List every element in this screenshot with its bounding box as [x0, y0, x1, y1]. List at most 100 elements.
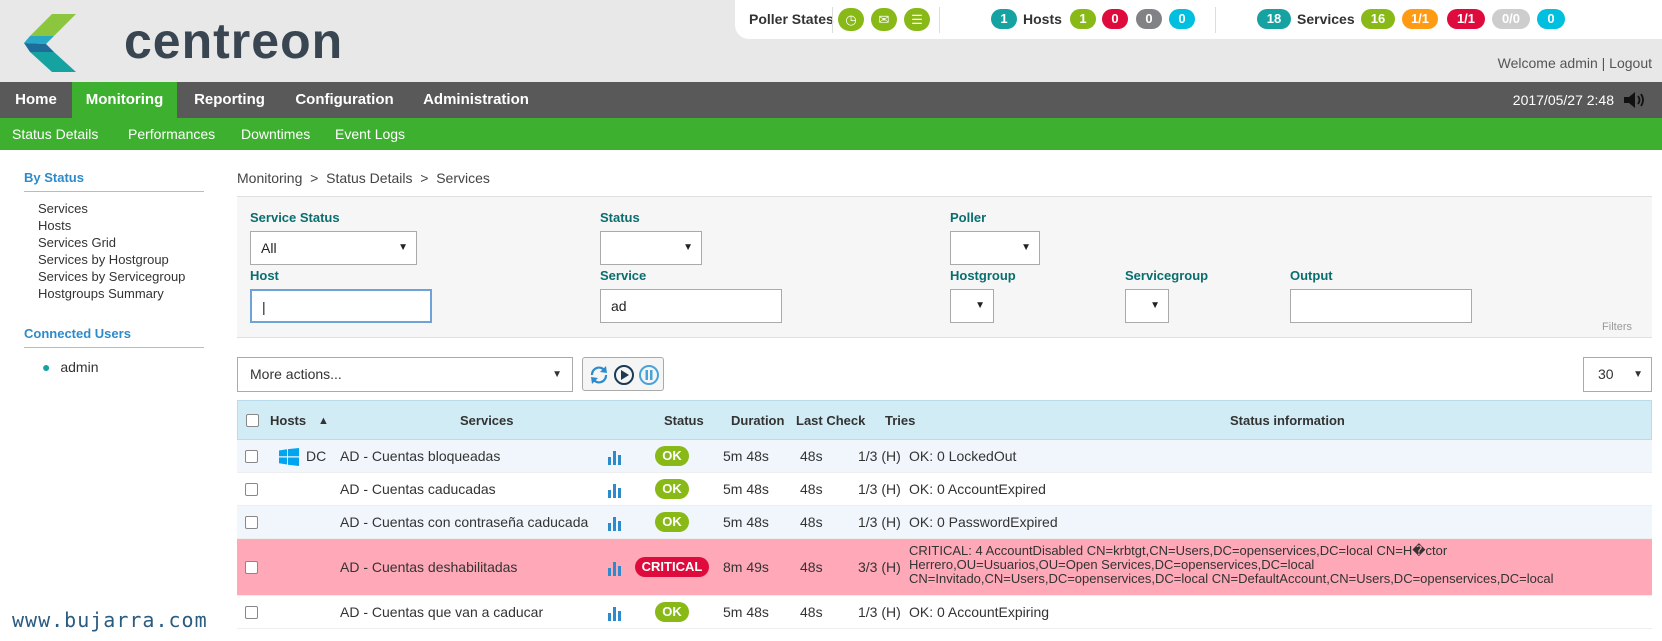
host-input[interactable]: |: [250, 289, 432, 323]
hostgroup-label: Hostgroup: [950, 268, 1016, 283]
nav-administration[interactable]: Administration: [407, 82, 545, 118]
hostgroup-select[interactable]: ▼: [950, 289, 994, 323]
last-check: 48s: [800, 481, 823, 497]
service-label: Service: [600, 268, 647, 283]
poller-select[interactable]: ▼: [950, 231, 1040, 265]
row-checkbox[interactable]: [245, 606, 258, 619]
row-checkbox[interactable]: [245, 561, 258, 574]
service-input[interactable]: ad: [600, 289, 782, 323]
subnav-performances[interactable]: Performances: [128, 118, 215, 150]
inbox-icon[interactable]: ✉: [871, 8, 897, 31]
col-hosts[interactable]: Hosts: [270, 401, 306, 441]
filters-toggle[interactable]: Filters: [1602, 321, 1632, 333]
service-name[interactable]: AD - Cuentas que van a caducar: [340, 604, 543, 620]
hosts-down[interactable]: 0: [1102, 9, 1128, 29]
hosts-pending[interactable]: 0: [1169, 9, 1195, 29]
refresh-controls: [582, 357, 664, 391]
row-checkbox[interactable]: [245, 450, 258, 463]
table-row-critical[interactable]: AD - Cuentas deshabilitadas CRITICAL 8m …: [237, 539, 1652, 596]
status-info: OK: 0 PasswordExpired: [909, 514, 1058, 530]
col-services[interactable]: Services: [460, 401, 514, 441]
play-icon[interactable]: [613, 364, 635, 386]
pause-icon[interactable]: [638, 364, 660, 386]
hosts-up[interactable]: 1: [1070, 9, 1096, 29]
status-badge: CRITICAL: [635, 557, 709, 577]
row-checkbox[interactable]: [245, 483, 258, 496]
sub-nav: Status Details Performances Downtimes Ev…: [0, 118, 1662, 150]
sidebar-item-services-by-servicegroup[interactable]: Services by Servicegroup: [24, 268, 204, 285]
servicegroup-select[interactable]: ▼: [1125, 289, 1169, 323]
hosts-total[interactable]: 1: [991, 9, 1017, 29]
connected-user[interactable]: ● admin: [24, 356, 204, 378]
table-row[interactable]: AD - Cuentas con contraseña caducada OK …: [237, 506, 1652, 539]
status-select[interactable]: ▼: [600, 231, 702, 265]
host-name[interactable]: DC: [306, 448, 326, 464]
sidebar-item-hosts[interactable]: Hosts: [24, 217, 204, 234]
table-row[interactable]: DC AD - Cuentas bloqueadas OK 5m 48s 48s…: [237, 440, 1652, 473]
subnav-status-details[interactable]: Status Details: [12, 118, 98, 150]
services-pending[interactable]: 0: [1537, 9, 1565, 29]
service-name[interactable]: AD - Cuentas con contraseña caducada: [340, 514, 588, 530]
subnav-event-logs[interactable]: Event Logs: [335, 118, 405, 150]
service-name[interactable]: AD - Cuentas deshabilitadas: [340, 559, 517, 575]
tries: 1/3 (H): [858, 448, 901, 464]
graph-icon[interactable]: [607, 449, 623, 465]
per-page-select[interactable]: 30 ▼: [1583, 357, 1652, 392]
status-label: Status: [600, 210, 640, 225]
host-label: Host: [250, 268, 279, 283]
database-icon[interactable]: ☰: [904, 8, 930, 31]
table-row[interactable]: AD - Cuentas que van a caducar OK 5m 48s…: [237, 596, 1652, 629]
services-unknown[interactable]: 0/0: [1492, 9, 1530, 29]
sidebar-item-hostgroups-summary[interactable]: Hostgroups Summary: [24, 285, 204, 302]
sidebar-item-services-grid[interactable]: Services Grid: [24, 234, 204, 251]
nav-home[interactable]: Home: [0, 82, 72, 118]
hosts-label: Hosts: [1023, 11, 1062, 27]
graph-icon[interactable]: [607, 605, 623, 621]
col-status-information[interactable]: Status information: [1230, 401, 1345, 441]
row-checkbox[interactable]: [245, 516, 258, 529]
graph-icon[interactable]: [607, 482, 623, 498]
col-duration[interactable]: Duration: [731, 401, 784, 441]
subnav-downtimes[interactable]: Downtimes: [241, 118, 310, 150]
more-actions-select[interactable]: More actions... ▼: [237, 357, 573, 392]
sort-asc-icon[interactable]: ▲: [318, 401, 329, 441]
service-name[interactable]: AD - Cuentas bloqueadas: [340, 448, 500, 464]
services-warning[interactable]: 1/1: [1402, 9, 1438, 29]
sidebar-item-services-by-hostgroup[interactable]: Services by Hostgroup: [24, 251, 204, 268]
tries: 1/3 (H): [858, 481, 901, 497]
col-status[interactable]: Status: [664, 401, 704, 441]
service-status-select[interactable]: All ▼: [250, 231, 417, 265]
connected-user-name: admin: [60, 359, 99, 375]
services-ok[interactable]: 16: [1361, 9, 1395, 29]
col-tries[interactable]: Tries: [885, 401, 915, 441]
service-name[interactable]: AD - Cuentas caducadas: [340, 481, 496, 497]
centreon-logo[interactable]: centreon: [24, 13, 374, 72]
clock-icon[interactable]: ◷: [838, 8, 864, 31]
welcome-logout[interactable]: Welcome admin | Logout: [1498, 55, 1652, 71]
chevron-down-icon: ▼: [1633, 369, 1643, 380]
refresh-icon[interactable]: [588, 364, 610, 386]
status-info: OK: 0 LockedOut: [909, 448, 1017, 464]
services-label: Services: [1297, 11, 1355, 27]
duration: 5m 48s: [723, 604, 769, 620]
nav-monitoring[interactable]: Monitoring: [72, 82, 177, 118]
nav-configuration[interactable]: Configuration: [282, 82, 407, 118]
tries: 1/3 (H): [858, 604, 901, 620]
sidebar-item-services[interactable]: Services: [24, 200, 204, 217]
select-all-checkbox[interactable]: [246, 414, 259, 427]
graph-icon[interactable]: [607, 560, 623, 576]
services-total[interactable]: 18: [1257, 9, 1291, 29]
poller-label: Poller: [950, 210, 987, 225]
output-input[interactable]: [1290, 289, 1472, 323]
speaker-icon[interactable]: [1624, 91, 1646, 109]
nav-reporting[interactable]: Reporting: [177, 82, 282, 118]
hosts-unreachable[interactable]: 0: [1136, 9, 1162, 29]
status-info: OK: 0 AccountExpired: [909, 481, 1046, 497]
status-bar: Poller States ◷ ✉ ☰ 1 Hosts 1 0 0 0 18 S…: [735, 0, 1662, 39]
col-last-check[interactable]: Last Check: [796, 401, 865, 441]
services-critical[interactable]: 1/1: [1447, 9, 1485, 29]
duration: 5m 48s: [723, 514, 769, 530]
graph-icon[interactable]: [607, 515, 623, 531]
user-icon: ●: [42, 359, 51, 375]
table-row[interactable]: AD - Cuentas caducadas OK 5m 48s 48s 1/3…: [237, 473, 1652, 506]
